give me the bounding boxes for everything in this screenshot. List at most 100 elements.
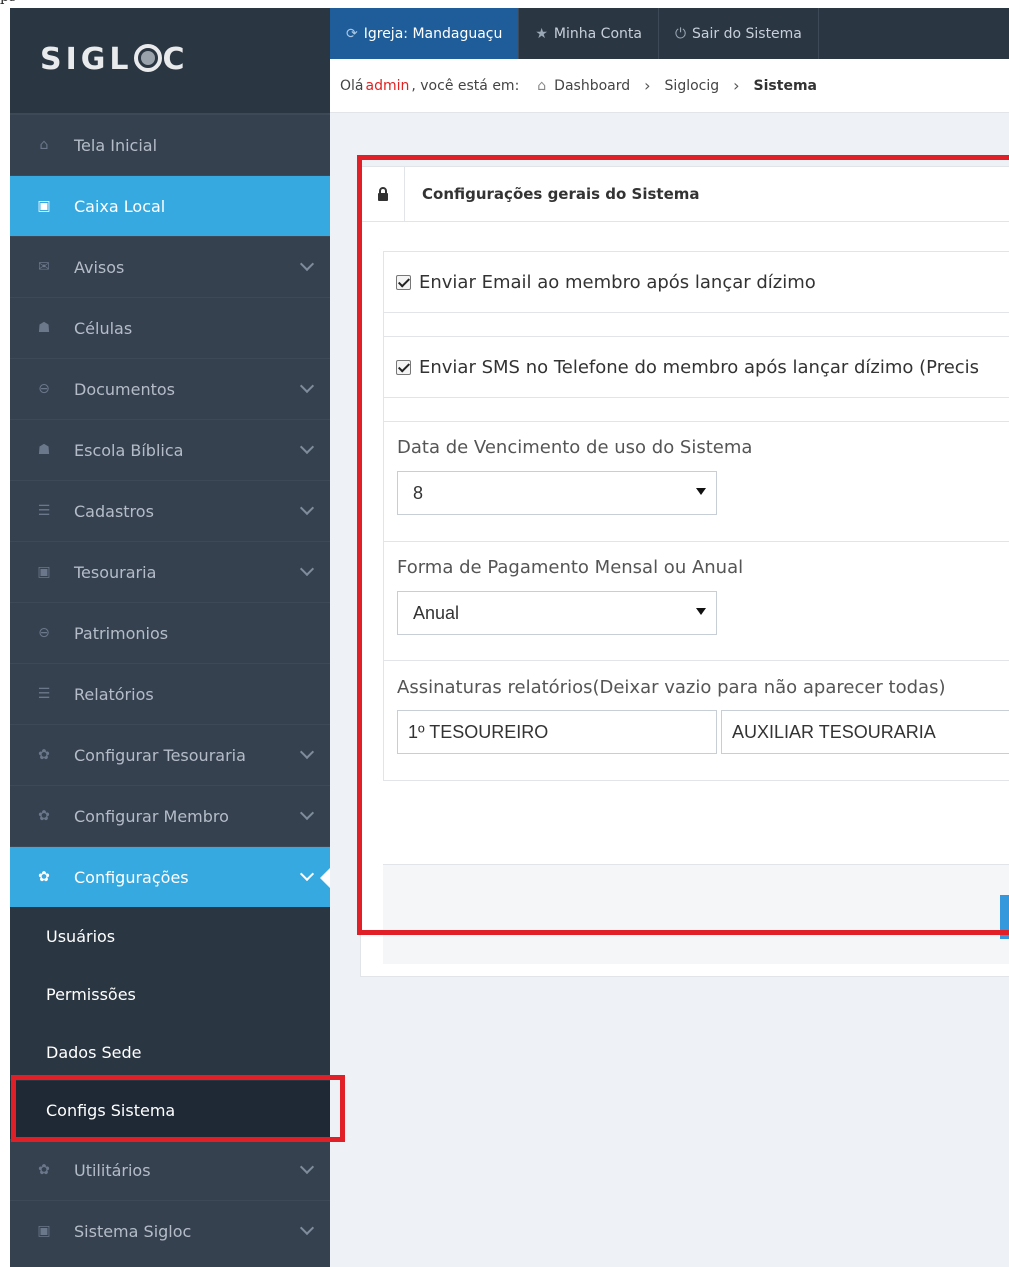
refresh-icon: ⟳ (346, 25, 358, 42)
chevron-down-icon (299, 805, 315, 821)
sidebar-item-label: Cadastros (74, 501, 154, 521)
sidebar-item-label: Relatórios (74, 684, 154, 704)
sidebar-item-configuracoes[interactable]: ✿ Configurações (10, 846, 331, 907)
username: admin (365, 77, 410, 94)
dropdown-caret-icon (696, 488, 706, 495)
submenu-item-dados-sede[interactable]: Dados Sede (10, 1023, 330, 1081)
sidebar: SIGL C ⌂ Tela Inicial ▣ Caixa Local ✉ Avi… (10, 8, 331, 1267)
chevron-down-icon (299, 866, 315, 882)
users-icon: ☗ (37, 442, 51, 458)
logo-ring-icon (133, 44, 162, 72)
sidebar-item-label: Sistema Sigloc (74, 1221, 192, 1241)
submenu-item-usuarios[interactable]: Usuários (10, 907, 330, 965)
email-checkbox[interactable] (396, 274, 411, 290)
settings-portlet: Configurações gerais do Sistema Enviar E… (360, 166, 1009, 977)
chevron-down-icon (299, 744, 315, 760)
sidebar-item-label: Configurar Membro (74, 806, 229, 826)
signature-2-input[interactable]: AUXILIAR TESOURARIA (721, 710, 1009, 754)
sidebar-item-label: Patrimonios (74, 623, 169, 643)
money-icon: ▣ (37, 1223, 51, 1239)
sidebar-item-configurar-membro[interactable]: ✿ Configurar Membro (10, 785, 330, 846)
cog-icon: ✿ (38, 1162, 50, 1178)
drive-icon: ⊖ (38, 381, 50, 397)
sidebar-item-documentos[interactable]: ⊖ Documentos (10, 358, 330, 419)
home-icon: ⌂ (39, 137, 49, 153)
chevron-down-icon (299, 378, 315, 394)
sidebar-item-escola-biblica[interactable]: ☗ Escola Bíblica (10, 419, 330, 480)
sms-checkbox-row[interactable]: Enviar SMS no Telefone do membro após la… (384, 337, 1009, 398)
greeting-text: Olá (340, 77, 364, 94)
chevron-down-icon (299, 500, 315, 516)
sidebar-item-label: Configurações (74, 867, 189, 887)
sidebar-item-relatorios[interactable]: ☰ Relatórios (10, 663, 330, 724)
divider (384, 541, 1009, 542)
envelope-icon: ✉ (38, 259, 50, 275)
payment-value: Anual (413, 602, 460, 623)
save-button[interactable] (1000, 895, 1009, 939)
breadcrumb-dashboard[interactable]: Dashboard (554, 78, 630, 94)
form-spacer (384, 398, 1009, 422)
cog-icon: ✿ (38, 747, 50, 763)
chevron-down-icon (299, 561, 315, 577)
money-icon: ▣ (37, 198, 51, 214)
sidebar-item-avisos[interactable]: ✉ Avisos (10, 236, 330, 297)
email-checkbox-row[interactable]: Enviar Email ao membro após lançar dízim… (384, 252, 1009, 313)
breadcrumb-siglocig[interactable]: Siglocig (665, 78, 720, 94)
drive-icon: ⊖ (38, 625, 50, 641)
form-actions (383, 864, 1009, 964)
due-date-value: 8 (413, 482, 424, 503)
sms-checkbox[interactable] (396, 359, 411, 375)
cog-icon: ✿ (38, 869, 50, 885)
portlet-header: Configurações gerais do Sistema (361, 166, 1009, 222)
chevron-down-icon (299, 256, 315, 272)
sidebar-item-label: Utilitários (74, 1160, 151, 1180)
sidebar-item-patrimonios[interactable]: ⊖ Patrimonios (10, 602, 330, 663)
sidebar-item-configurar-tesouraria[interactable]: ✿ Configurar Tesouraria (10, 724, 330, 785)
divider (384, 660, 1009, 661)
email-checkbox-label: Enviar Email ao membro após lançar dízim… (419, 271, 816, 293)
submenu-item-configs-sistema[interactable]: Configs Sistema (10, 1081, 330, 1139)
logo: SIGL C (40, 42, 189, 77)
clipped-text-fragment: ps (0, 0, 16, 5)
list-icon: ☰ (37, 686, 51, 702)
signature-1-input[interactable]: 1º TESOUREIRO (397, 710, 717, 754)
dropdown-caret-icon (696, 608, 706, 615)
sidebar-item-tesouraria[interactable]: ▣ Tesouraria (10, 541, 330, 602)
due-date-select[interactable]: 8 (397, 471, 717, 515)
clipped-top-text: ps (0, 0, 1009, 8)
sidebar-item-label: Células (74, 318, 133, 338)
logout-link[interactable]: ⏻ Sair do Sistema (659, 8, 819, 59)
sms-checkbox-label: Enviar SMS no Telefone do membro após la… (419, 356, 980, 378)
sidebar-item-caixa-local[interactable]: ▣ Caixa Local (10, 175, 330, 236)
breadcrumb: Olá admin , você está em: ⌂ Dashboard › … (330, 59, 1009, 113)
sidebar-item-tela-inicial[interactable]: ⌂ Tela Inicial (10, 114, 330, 175)
configuracoes-submenu: Usuários Permissões Dados Sede Configs S… (10, 907, 330, 1139)
home-icon: ⌂ (537, 77, 547, 94)
chevron-down-icon (299, 1159, 315, 1175)
my-account-label: Minha Conta (553, 25, 642, 42)
payment-label: Forma de Pagamento Mensal ou Anual (397, 557, 744, 578)
sidebar-item-label: Documentos (74, 379, 176, 399)
submenu-item-permissoes[interactable]: Permissões (10, 965, 330, 1023)
sidebar-item-cadastros[interactable]: ☰ Cadastros (10, 480, 330, 541)
sidebar-item-label: Configurar Tesouraria (74, 745, 246, 765)
users-icon: ☗ (37, 320, 51, 336)
form-spacer (384, 313, 1009, 337)
breadcrumb-current: Sistema (753, 77, 817, 94)
sidebar-item-label: Caixa Local (74, 196, 166, 216)
due-date-label: Data de Vencimento de uso do Sistema (397, 437, 753, 458)
portlet-title: Configurações gerais do Sistema (422, 185, 700, 203)
settings-form: Enviar Email ao membro após lançar dízim… (383, 251, 1009, 781)
chevron-right-icon: › (733, 76, 740, 95)
chevron-down-icon (299, 1220, 315, 1236)
star-icon: ★ (535, 25, 548, 42)
sidebar-item-celulas[interactable]: ☗ Células (10, 297, 330, 358)
chevron-down-icon (299, 439, 315, 455)
sidebar-item-utilitarios[interactable]: ✿ Utilitários (10, 1139, 330, 1200)
logo-area[interactable]: SIGL C (10, 8, 330, 114)
my-account-link[interactable]: ★ Minha Conta (519, 8, 659, 59)
sidebar-item-sistema-sigloc[interactable]: ▣ Sistema Sigloc (10, 1200, 330, 1261)
payment-select[interactable]: Anual (397, 591, 717, 635)
church-label: Igreja: Mandaguaçu (363, 25, 503, 42)
church-selector[interactable]: ⟳ Igreja: Mandaguaçu (330, 8, 520, 59)
